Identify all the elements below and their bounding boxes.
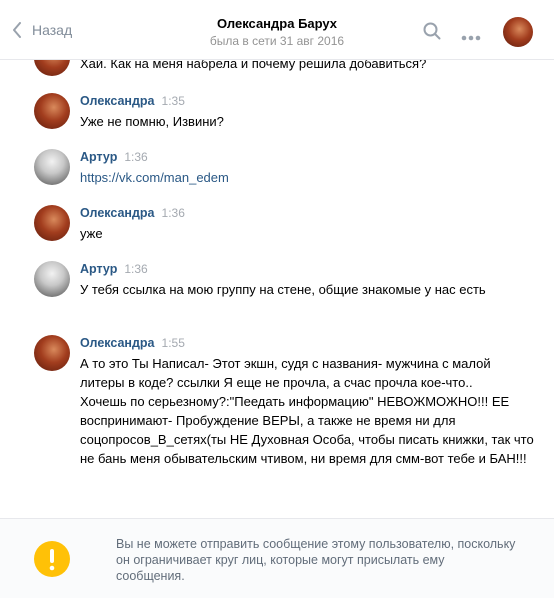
search-icon [423, 22, 441, 40]
search-button[interactable] [423, 22, 441, 43]
message-author[interactable]: Олександра [80, 336, 155, 350]
message-text: Хай. Как на меня набрела и почему решила… [80, 60, 427, 71]
message-link[interactable]: https://vk.com/man_edem [80, 170, 229, 185]
message-author[interactable]: Артур [80, 262, 117, 276]
message-text: У тебя ссылка на мою группу на стене, об… [80, 282, 486, 297]
message-time: 1:36 [124, 262, 148, 276]
message-body: Артур 1:36 У тебя ссылка на мою группу на… [80, 261, 534, 299]
more-actions-button[interactable] [461, 29, 481, 44]
blocked-notice-text: Вы не можете отправить сообщение этому п… [116, 537, 516, 583]
message-text: Уже не помню, Извини? [80, 114, 224, 129]
message-body: Хай. Как на меня набрела и почему решила… [80, 60, 534, 73]
back-label: Назад [32, 22, 73, 38]
avatar[interactable] [34, 149, 70, 185]
more-icon [461, 35, 481, 41]
message-time: 1:36 [161, 206, 185, 220]
message-body: Артур 1:36 https://vk.com/man_edem [80, 149, 534, 187]
message-author[interactable]: Артур [80, 150, 117, 164]
message-text: А то это Ты Написал- Этот экшн, судя с н… [80, 356, 534, 466]
blocked-notice-bar: Вы не можете отправить сообщение этому п… [0, 518, 554, 598]
message-list[interactable]: Хай. Как на меня набрела и почему решила… [0, 60, 554, 518]
message-text: https://vk.com/man_edem [80, 168, 534, 187]
avatar[interactable] [34, 93, 70, 129]
message-author[interactable]: Олександра [80, 206, 155, 220]
header-avatar[interactable] [503, 17, 533, 47]
avatar[interactable] [34, 205, 70, 241]
back-button[interactable]: Назад [12, 22, 72, 38]
message-body: Олександра 1:55 А то это Ты Написал- Этот… [80, 335, 534, 468]
warning-icon [34, 541, 70, 577]
message-body: Олександра 1:35 Уже не помню, Извини? [80, 93, 534, 131]
chat-header: Назад Олександра Барух была в сети 31 ав… [0, 0, 554, 60]
message-time: 1:35 [161, 94, 185, 108]
avatar[interactable] [34, 261, 70, 297]
back-chevron-icon [13, 22, 21, 38]
message-body: Олександра 1:36 уже [80, 205, 534, 243]
message-time: 1:36 [124, 150, 148, 164]
message-time: 1:55 [161, 336, 185, 350]
message-author[interactable]: Олександра [80, 94, 155, 108]
avatar[interactable] [34, 60, 70, 76]
message-text: уже [80, 226, 103, 241]
avatar[interactable] [34, 335, 70, 371]
